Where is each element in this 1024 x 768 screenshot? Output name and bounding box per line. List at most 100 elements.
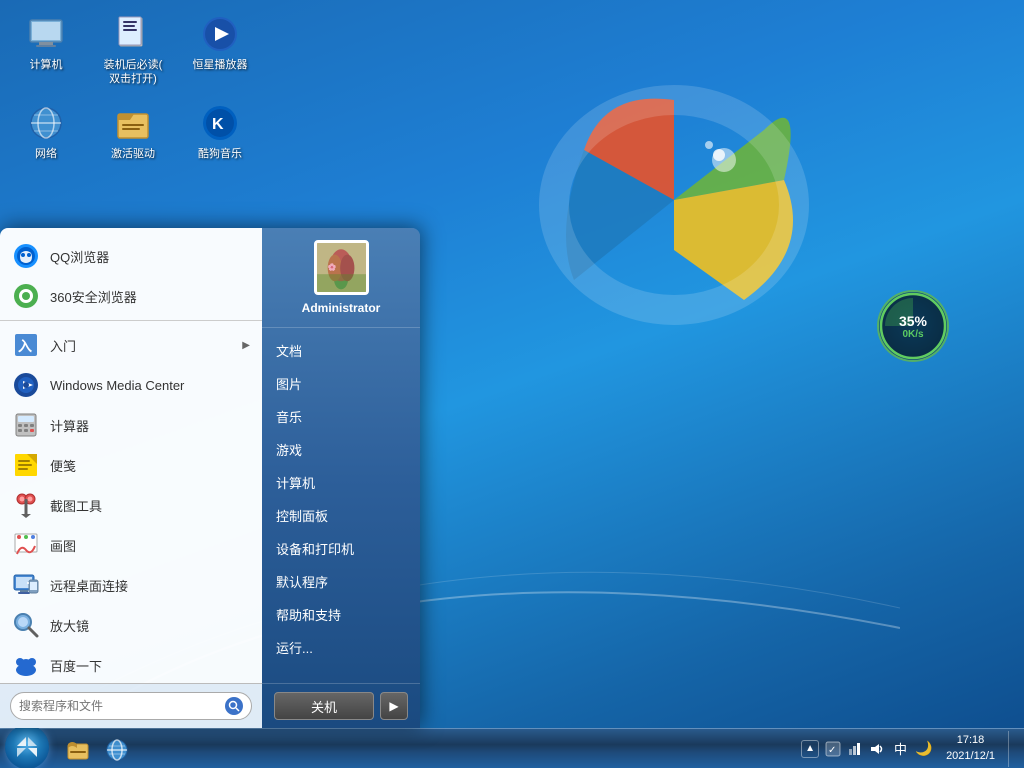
desktop-icons: 计算机 装机后必读(双击打开 [10, 10, 256, 165]
qq-browser-label: QQ浏览器 [50, 247, 250, 266]
music-icon: K [200, 103, 240, 143]
right-item-pics[interactable]: 图片 [262, 367, 420, 400]
sticky-icon [12, 451, 40, 479]
computer-label: 计算机 [30, 58, 63, 72]
shutdown-area: 关机 ▶ [262, 683, 420, 728]
tray-expand-button[interactable]: ▲ [801, 740, 819, 758]
taskbar-ie[interactable] [98, 733, 134, 765]
intro-arrow: ▶ [242, 340, 250, 351]
360-browser-icon [12, 282, 40, 310]
start-item-calc[interactable]: 计算器 [0, 405, 262, 445]
player-icon [200, 14, 240, 54]
svg-text:🌸: 🌸 [327, 263, 336, 272]
svg-text:K: K [212, 116, 224, 133]
player-label: 恒星播放器 [193, 58, 248, 72]
tray-notification-icon[interactable]: ✓ [824, 740, 842, 758]
start-button[interactable] [0, 729, 54, 768]
start-item-sticky[interactable]: 便笺 [0, 445, 262, 485]
right-item-docs[interactable]: 文档 [262, 334, 420, 367]
computer-icon [26, 14, 66, 54]
paint-icon [12, 531, 40, 559]
shutdown-label: 关机 [311, 697, 337, 716]
ie-taskbar-icon [106, 739, 126, 759]
calc-label: 计算器 [50, 416, 250, 435]
shutdown-arrow-button[interactable]: ▶ [380, 692, 408, 720]
start-item-baidu[interactable]: 百度一下 [0, 645, 262, 683]
right-item-games[interactable]: 游戏 [262, 433, 420, 466]
wmc-icon [12, 371, 40, 399]
qq-browser-icon [12, 242, 40, 270]
snip-icon [12, 491, 40, 519]
explorer-taskbar-icon [67, 739, 87, 759]
intro-label: 入门 [50, 336, 232, 355]
start-item-magnify[interactable]: 放大镜 [0, 605, 262, 645]
start-item-paint[interactable]: 画图 [0, 525, 262, 565]
desktop-icon-setup[interactable]: 装机后必读(双击打开) [97, 10, 169, 91]
right-item-computer[interactable]: 计算机 [262, 466, 420, 499]
tray-moon-icon[interactable]: 🌙 [915, 740, 933, 758]
start-item-qq[interactable]: QQ浏览器 [0, 236, 262, 276]
rdp-label: 远程桌面连接 [50, 576, 250, 595]
desktop-icon-driver[interactable]: 激活驱动 [97, 99, 169, 165]
show-desktop-button[interactable] [1008, 731, 1016, 767]
taskbar-explorer[interactable] [59, 733, 95, 765]
desktop: 计算机 装机后必读(双击打开 [0, 0, 1024, 768]
start-search-bar [0, 683, 262, 728]
intro-icon: 入 [12, 331, 40, 359]
shutdown-button[interactable]: 关机 [274, 692, 374, 720]
desktop-icon-music[interactable]: K 酷狗音乐 [184, 99, 256, 165]
desktop-icon-row-2: 网络 激活驱动 [10, 99, 256, 165]
net-speed: 0K/s [902, 329, 923, 340]
start-menu-left: QQ浏览器 360安全浏览器 [0, 228, 262, 728]
right-item-run[interactable]: 运行... [262, 631, 420, 664]
desktop-icon-computer[interactable]: 计算机 [10, 10, 82, 91]
right-item-help[interactable]: 帮助和支持 [262, 598, 420, 631]
desktop-icon-row-1: 计算机 装机后必读(双击打开 [10, 10, 256, 91]
start-orb[interactable] [5, 725, 49, 768]
separator-1 [0, 320, 262, 321]
username: Administrator [302, 301, 381, 315]
right-item-music[interactable]: 音乐 [262, 400, 420, 433]
calc-icon [12, 411, 40, 439]
ime-indicator[interactable]: 中 [891, 739, 910, 758]
network-label: 网络 [35, 147, 57, 161]
clock-date: 2021/12/1 [946, 749, 995, 764]
baidu-icon [12, 651, 40, 679]
net-percent: 35% [899, 313, 927, 329]
tray-volume-icon[interactable] [868, 740, 886, 758]
setup-label: 装机后必读(双击打开) [104, 58, 163, 87]
right-item-devices[interactable]: 设备和打印机 [262, 532, 420, 565]
360-browser-label: 360安全浏览器 [50, 287, 250, 306]
start-item-360[interactable]: 360安全浏览器 [0, 276, 262, 316]
desktop-icon-player[interactable]: 恒星播放器 [184, 10, 256, 91]
ime-label: 中 [894, 742, 907, 757]
setup-icon [113, 14, 153, 54]
taskbar: ▲ ✓ [0, 728, 1024, 768]
start-item-snip[interactable]: 截图工具 [0, 485, 262, 525]
tray-network-icon[interactable] [846, 740, 864, 758]
start-menu-items: QQ浏览器 360安全浏览器 [0, 228, 262, 683]
magnify-icon [12, 611, 40, 639]
search-button[interactable] [225, 697, 243, 715]
search-input[interactable] [19, 699, 219, 713]
user-avatar[interactable]: 🌸 [314, 240, 369, 295]
start-item-intro[interactable]: 入 入门 ▶ [0, 325, 262, 365]
rdp-icon [12, 571, 40, 599]
baidu-label: 百度一下 [50, 656, 250, 675]
magnify-label: 放大镜 [50, 616, 250, 635]
system-tray: ▲ ✓ [801, 729, 1024, 768]
desktop-icon-network[interactable]: 网络 [10, 99, 82, 165]
clock[interactable]: 17:18 2021/12/1 [938, 733, 1003, 764]
driver-icon [113, 103, 153, 143]
right-item-defaults[interactable]: 默认程序 [262, 565, 420, 598]
network-icon [26, 103, 66, 143]
search-box[interactable] [10, 692, 252, 720]
net-meter-widget[interactable]: 35% 0K/s [877, 290, 949, 362]
windows-logo [524, 50, 824, 350]
start-item-rdp[interactable]: 远程桌面连接 [0, 565, 262, 605]
right-item-controlpanel[interactable]: 控制面板 [262, 499, 420, 532]
wmc-label: Windows Media Center [50, 378, 250, 393]
paint-label: 画图 [50, 536, 250, 555]
svg-text:入: 入 [18, 338, 32, 354]
start-item-wmc[interactable]: Windows Media Center [0, 365, 262, 405]
